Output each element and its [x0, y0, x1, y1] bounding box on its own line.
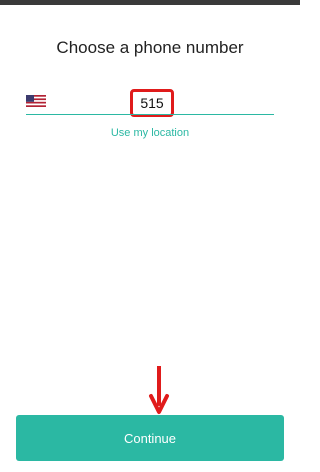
status-bar-strip — [0, 0, 300, 5]
page-title: Choose a phone number — [56, 38, 244, 57]
input-underline — [26, 114, 274, 115]
use-my-location-link[interactable]: Use my location — [0, 127, 300, 139]
red-arrow-annotation-icon — [149, 366, 169, 414]
continue-button[interactable]: Continue — [16, 415, 284, 461]
phone-number-input[interactable] — [130, 89, 174, 117]
us-flag-icon — [26, 95, 46, 107]
